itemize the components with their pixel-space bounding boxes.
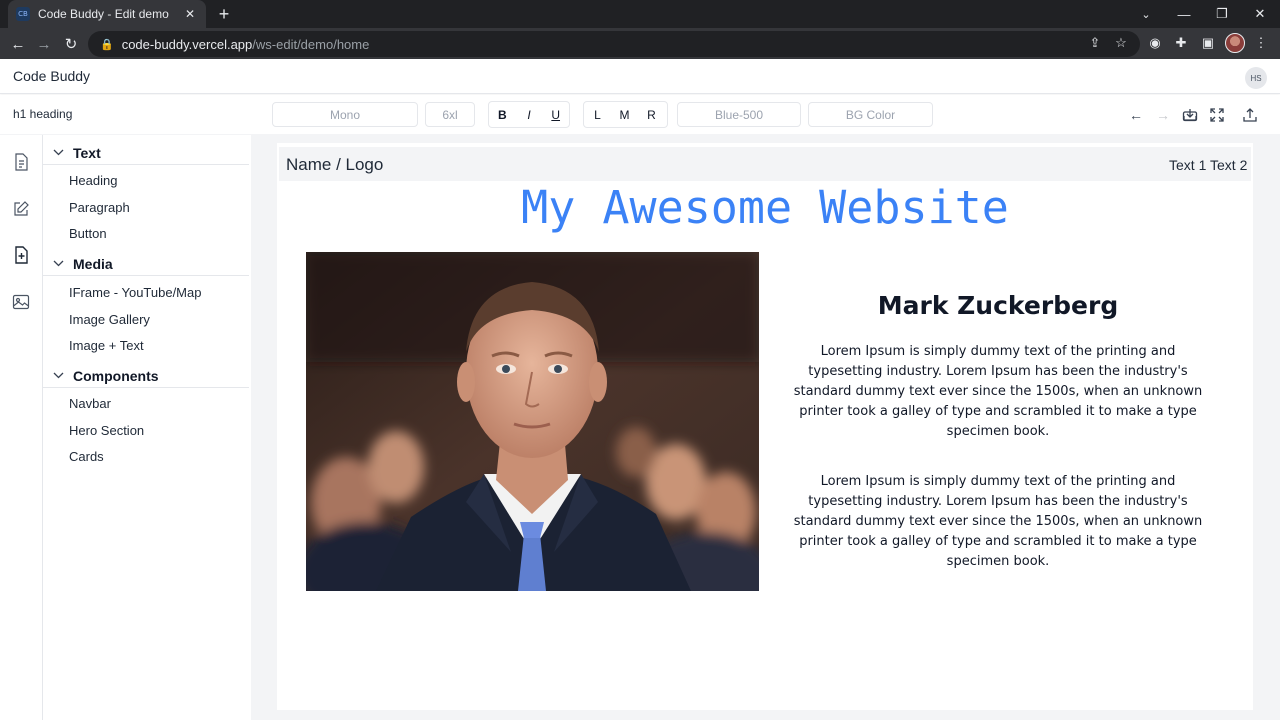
upload-icon[interactable] <box>1239 104 1261 126</box>
new-tab-button[interactable]: + <box>214 4 234 24</box>
panel-item-image-gallery[interactable]: Image Gallery <box>69 312 150 327</box>
bookmark-star-icon[interactable]: ☆ <box>1111 33 1131 53</box>
section-label: Components <box>73 367 159 384</box>
profile-avatar[interactable] <box>1225 33 1245 53</box>
underline-button[interactable]: U <box>542 102 569 127</box>
portrait-image <box>306 252 759 591</box>
window-close-icon[interactable]: ✕ <box>1241 0 1279 28</box>
italic-button[interactable]: I <box>516 102 543 127</box>
section-media[interactable]: Media <box>43 252 249 276</box>
forward-icon[interactable]: → <box>33 33 55 55</box>
app-header: Code Buddy HS <box>0 59 1280 94</box>
alignment-group: L M R <box>583 101 668 128</box>
url-path: /ws-edit/demo/home <box>252 36 370 52</box>
site-nav-link[interactable]: Text 2 <box>1210 157 1247 173</box>
browser-tab[interactable]: CB Code Buddy - Edit demo ✕ <box>8 0 206 28</box>
section-label: Media <box>73 255 113 272</box>
tab-search-icon[interactable]: ⌄ <box>1127 0 1165 28</box>
bold-button[interactable]: B <box>489 102 516 127</box>
hero-paragraph[interactable]: Lorem Ipsum is simply dummy text of the … <box>787 342 1209 442</box>
minimize-icon[interactable]: — <box>1165 0 1203 28</box>
app-favicon-icon: CB <box>16 7 30 21</box>
selected-element-label: h1 heading <box>13 107 73 121</box>
panel-item-heading[interactable]: Heading <box>69 173 117 188</box>
align-left-button[interactable]: L <box>584 102 611 127</box>
url-host: code-buddy.vercel.app <box>121 36 253 52</box>
site-nav-link[interactable]: Text 1 <box>1169 157 1206 173</box>
font-size-select[interactable]: 6xl <box>425 102 475 127</box>
section-text[interactable]: Text <box>43 141 249 165</box>
side-panel-icon[interactable]: ▣ <box>1198 33 1218 53</box>
address-bar[interactable]: 🔒 code-buddy.vercel.app/ws-edit/demo/hom… <box>88 31 1140 57</box>
page-canvas: Name / Logo Text 1 Text 2 My Awesome Web… <box>277 143 1253 710</box>
back-icon[interactable]: ← <box>7 33 29 55</box>
align-right-button[interactable]: R <box>638 102 665 127</box>
text-color-select[interactable]: Blue-500 <box>677 102 801 127</box>
hero-name-heading[interactable]: Mark Zuckerberg <box>787 291 1209 320</box>
add-file-icon[interactable] <box>11 245 31 265</box>
undo-arrow-icon[interactable]: ← <box>1125 104 1147 126</box>
edit-icon[interactable] <box>11 199 31 219</box>
section-components[interactable]: Components <box>43 364 249 388</box>
browser-toolbar: ← → ↻ 🔒 code-buddy.vercel.app/ws-edit/de… <box>0 28 1280 59</box>
extension-icon[interactable]: ◉ <box>1145 33 1165 53</box>
tab-close-icon[interactable]: ✕ <box>182 7 198 21</box>
image-icon[interactable] <box>11 292 31 312</box>
more-menu-icon[interactable]: ⋮ <box>1251 33 1271 53</box>
reload-icon[interactable]: ↻ <box>60 33 82 55</box>
panel-item-image-text[interactable]: Image + Text <box>69 338 144 353</box>
section-label: Text <box>73 144 101 161</box>
tab-title: Code Buddy - Edit demo <box>38 7 169 21</box>
browser-tabstrip: CB Code Buddy - Edit demo ✕ + ⌄ — ❐ ✕ <box>0 0 1280 28</box>
share-icon[interactable]: ⇪ <box>1085 33 1105 53</box>
lock-icon: 🔒 <box>100 38 114 51</box>
hero-paragraph[interactable]: Lorem Ipsum is simply dummy text of the … <box>787 472 1209 572</box>
align-middle-button[interactable]: M <box>611 102 638 127</box>
panel-item-cards[interactable]: Cards <box>69 449 104 464</box>
chevron-down-icon <box>43 258 73 270</box>
panel-item-button[interactable]: Button <box>69 226 107 241</box>
panel-item-iframe[interactable]: IFrame - YouTube/Map <box>69 285 201 300</box>
elements-panel: Text Heading Paragraph Button Media IFra… <box>43 135 251 720</box>
site-heading[interactable]: My Awesome Website <box>277 181 1253 235</box>
panel-item-navbar[interactable]: Navbar <box>69 396 111 411</box>
panel-item-hero-section[interactable]: Hero Section <box>69 423 144 438</box>
puzzle-extensions-icon[interactable]: ✚ <box>1171 33 1191 53</box>
fullscreen-icon[interactable] <box>1206 104 1228 126</box>
redo-arrow-icon[interactable]: → <box>1152 104 1174 126</box>
text-style-group: B I U <box>488 101 570 128</box>
panel-item-paragraph[interactable]: Paragraph <box>69 200 130 215</box>
site-navbar[interactable]: Name / Logo Text 1 Text 2 <box>279 147 1251 181</box>
site-logo[interactable]: Name / Logo <box>286 155 383 175</box>
maximize-icon[interactable]: ❐ <box>1203 0 1241 28</box>
hero-text-block: Mark Zuckerberg Lorem Ipsum is simply du… <box>787 291 1209 602</box>
document-icon[interactable] <box>11 152 31 172</box>
chevron-down-icon <box>43 370 73 382</box>
left-icon-rail <box>0 135 43 720</box>
app-title: Code Buddy <box>13 68 91 84</box>
download-icon[interactable] <box>1179 104 1201 126</box>
editor-toolbar: h1 heading Mono 6xl B I U L M R Blue-500… <box>0 95 1280 135</box>
user-avatar[interactable]: HS <box>1245 67 1267 89</box>
bg-color-select[interactable]: BG Color <box>808 102 933 127</box>
chevron-down-icon <box>43 147 73 159</box>
hero-photo[interactable] <box>306 252 759 591</box>
font-family-select[interactable]: Mono <box>272 102 418 127</box>
